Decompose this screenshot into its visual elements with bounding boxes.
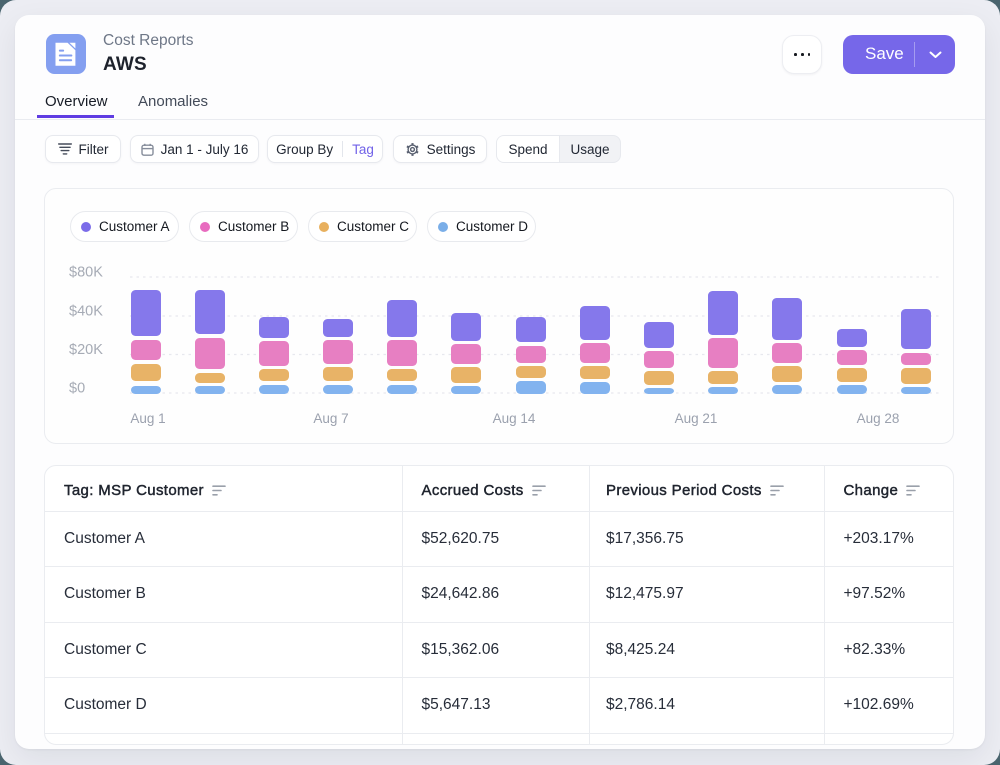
svg-text:Aug 14: Aug 14 xyxy=(493,411,536,426)
svg-text:$20K: $20K xyxy=(69,342,103,358)
svg-text:$80K: $80K xyxy=(69,265,103,281)
svg-text:Aug 21: Aug 21 xyxy=(675,411,718,426)
svg-text:Aug 1: Aug 1 xyxy=(130,411,165,426)
svg-text:$40K: $40K xyxy=(69,304,103,320)
svg-text:Aug 7: Aug 7 xyxy=(313,411,348,426)
svg-text:$0: $0 xyxy=(69,381,85,397)
svg-text:Aug 28: Aug 28 xyxy=(857,411,900,426)
